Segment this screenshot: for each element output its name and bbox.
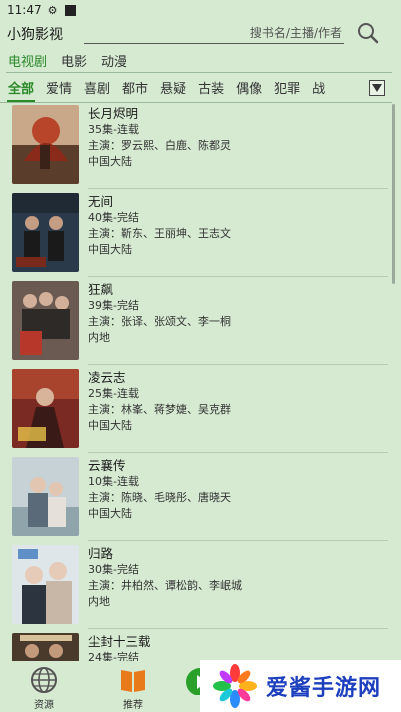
genre-list: 全部 爱情 喜剧 都市 悬疑 古装 偶像 犯罪 战 [0, 78, 364, 97]
search-box[interactable] [84, 22, 344, 44]
category-tabs: 电视剧 电影 动漫 [0, 51, 133, 71]
list-item[interactable]: 尘封十三载 24集-完结 [0, 632, 392, 661]
show-episodes: 40集-完结 [88, 211, 139, 224]
show-episodes: 10集-连载 [88, 475, 139, 488]
show-title: 尘封十三载 [88, 634, 151, 649]
item-divider [88, 276, 388, 277]
show-cast: 主演：林峯、蒋梦婕、吴克群 [88, 403, 231, 416]
nav-label: 推荐 [123, 700, 143, 711]
show-cast: 主演：陈晓、毛晓彤、唐晓天 [88, 491, 231, 504]
status-time: 11:47 [7, 3, 42, 17]
app-title: 小狗影视 [7, 27, 63, 43]
show-cast: 主演：靳东、王丽坤、王志文 [88, 227, 231, 240]
item-divider [88, 452, 388, 453]
list-item[interactable]: 凌云志 25集-连载 主演：林峯、蒋梦婕、吴克群 中国大陆 [0, 368, 392, 454]
show-info: 归路 30集-完结 主演：井柏然、谭松韵、李岷城 内地 [88, 546, 388, 610]
show-title: 归路 [88, 546, 114, 561]
poster-image [12, 193, 79, 272]
list-item[interactable]: 无间 40集-完结 主演：靳东、王丽坤、王志文 中国大陆 [0, 192, 392, 278]
genre-divider [0, 102, 392, 103]
list-item[interactable]: 云襄传 10集-连载 主演：陈晓、毛晓彤、唐晓天 中国大陆 [0, 456, 392, 542]
show-info: 狂飙 39集-完结 主演：张译、张颂文、李一桐 内地 [88, 282, 388, 346]
book-icon [121, 670, 145, 692]
genre-romance[interactable]: 爱情 [46, 78, 72, 97]
tab-movies[interactable]: 电影 [61, 51, 87, 71]
poster-art [12, 369, 79, 448]
list-item[interactable]: 长月烬明 35集-连载 主演：罗云熙、白鹿、陈都灵 中国大陆 [0, 104, 392, 190]
item-divider [88, 540, 388, 541]
globe-icon [31, 667, 57, 693]
poster-art [12, 633, 79, 661]
nav-label: 资源 [34, 700, 54, 711]
nav-recommend[interactable]: 推荐 [103, 661, 163, 712]
tab-tv-series[interactable]: 电视剧 [8, 51, 47, 71]
show-region: 内地 [88, 331, 110, 344]
watermark-logo: 爱酱手游网 [200, 660, 401, 712]
item-divider [88, 188, 388, 189]
poster-image [12, 369, 79, 448]
poster-art [12, 281, 79, 360]
poster-image [12, 457, 79, 536]
poster-art [12, 457, 79, 536]
poster-art [12, 545, 79, 624]
item-divider [88, 628, 388, 629]
genre-expand-button[interactable] [369, 80, 385, 96]
show-region: 中国大陆 [88, 243, 132, 256]
app-bar: 小狗影视 [0, 22, 401, 48]
show-title: 云襄传 [88, 458, 126, 473]
search-icon[interactable] [357, 22, 379, 44]
show-title: 无间 [88, 194, 114, 209]
show-title: 长月烬明 [88, 106, 139, 121]
genre-costume[interactable]: 古装 [198, 78, 224, 97]
show-cast: 主演：罗云熙、白鹿、陈都灵 [88, 139, 231, 152]
tab-anime[interactable]: 动漫 [101, 51, 127, 71]
show-episodes: 35集-连载 [88, 123, 139, 136]
genre-comedy[interactable]: 喜剧 [84, 78, 110, 97]
list-item[interactable]: 归路 30集-完结 主演：井柏然、谭松韵、李岷城 内地 [0, 544, 392, 630]
list-scrollbar[interactable] [392, 104, 395, 284]
settings-status-icon: ⚙ [47, 3, 58, 17]
genre-mystery[interactable]: 悬疑 [160, 78, 186, 97]
poster-image [12, 633, 79, 661]
show-cast: 主演：井柏然、谭松韵、李岷城 [88, 579, 242, 592]
show-info: 凌云志 25集-连载 主演：林峯、蒋梦婕、吴克群 中国大陆 [88, 370, 388, 434]
genre-bar: 全部 爱情 喜剧 都市 悬疑 古装 偶像 犯罪 战 [0, 78, 401, 102]
item-divider [88, 364, 388, 365]
show-info: 无间 40集-完结 主演：靳东、王丽坤、王志文 中国大陆 [88, 194, 388, 258]
poster-image [12, 281, 79, 360]
chevron-down-icon [372, 84, 382, 92]
nav-resources[interactable]: 资源 [14, 661, 74, 712]
search-input[interactable] [84, 23, 344, 43]
poster-art [12, 105, 79, 184]
show-region: 中国大陆 [88, 419, 132, 432]
show-title: 狂飙 [88, 282, 114, 297]
genre-urban[interactable]: 都市 [122, 78, 148, 97]
genre-idol[interactable]: 偶像 [236, 78, 262, 97]
show-episodes: 39集-完结 [88, 299, 139, 312]
watermark-text: 爱酱手游网 [266, 676, 382, 701]
notification-status-icon [65, 4, 77, 16]
show-list: 长月烬明 35集-连载 主演：罗云熙、白鹿、陈都灵 中国大陆 无间 40集-完结… [0, 104, 392, 661]
show-region: 中国大陆 [88, 155, 132, 168]
list-item[interactable]: 狂飙 39集-完结 主演：张译、张颂文、李一桐 内地 [0, 280, 392, 366]
genre-war[interactable]: 战 [312, 78, 325, 97]
show-info: 长月烬明 35集-连载 主演：罗云熙、白鹿、陈都灵 中国大陆 [88, 106, 388, 170]
poster-image [12, 545, 79, 624]
show-title: 凌云志 [88, 370, 126, 385]
show-info: 云襄传 10集-连载 主演：陈晓、毛晓彤、唐晓天 中国大陆 [88, 458, 388, 522]
poster-art [12, 193, 79, 272]
show-region: 内地 [88, 595, 110, 608]
show-episodes: 30集-完结 [88, 563, 139, 576]
genre-crime[interactable]: 犯罪 [274, 78, 300, 97]
category-divider [6, 72, 392, 73]
show-region: 中国大陆 [88, 507, 132, 520]
status-bar: 11:47 ⚙ [0, 0, 401, 20]
show-info: 尘封十三载 24集-完结 [88, 634, 388, 661]
genre-all[interactable]: 全部 [8, 78, 34, 97]
show-cast: 主演：张译、张颂文、李一桐 [88, 315, 231, 328]
show-episodes: 25集-连载 [88, 387, 139, 400]
poster-image [12, 105, 79, 184]
flower-logo-icon [213, 664, 257, 708]
